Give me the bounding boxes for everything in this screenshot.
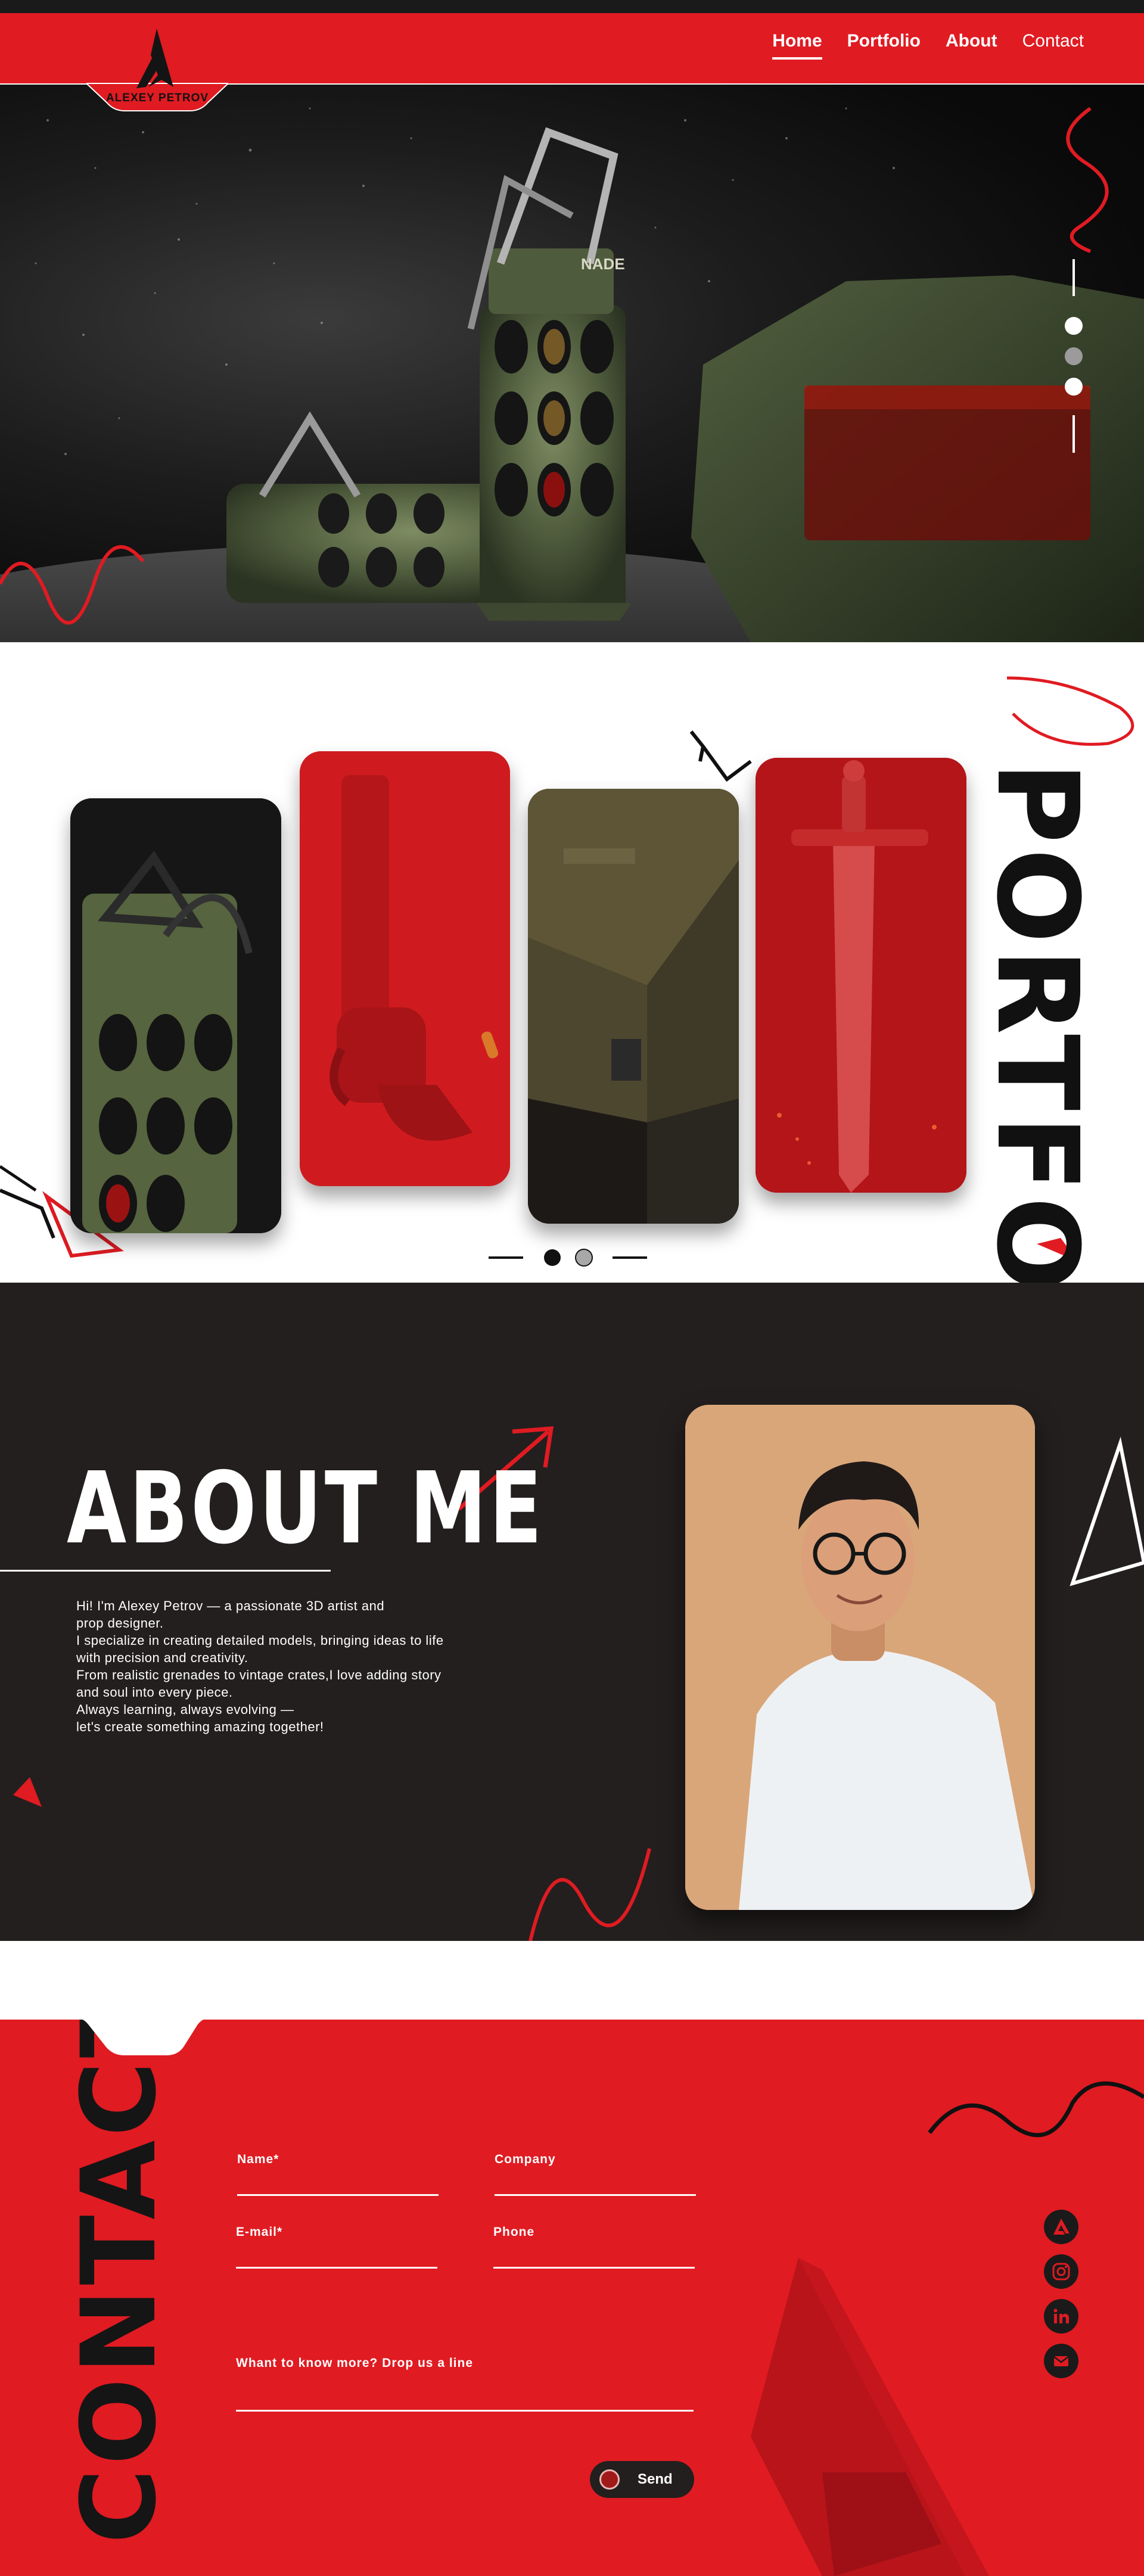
portfolio-card-revolver[interactable] [300, 751, 510, 1186]
nav-portfolio[interactable]: Portfolio [847, 31, 921, 60]
sword-image [756, 758, 966, 1193]
logo-tab-shape [85, 29, 230, 111]
about-line-6: and soul into every piece. [76, 1685, 233, 1700]
linkedin-icon[interactable] [1044, 2299, 1078, 2334]
email-input[interactable] [236, 2267, 437, 2269]
name-input[interactable] [237, 2194, 439, 2196]
contact-title: CONTACT [59, 2020, 179, 2544]
about-section: ABOUT ME Hi! I'm Alexey Petrov — a passi… [0, 1283, 1144, 1941]
section-spacer [0, 1941, 1144, 2020]
title-underline [0, 1570, 331, 1572]
mail-icon[interactable] [1044, 2344, 1078, 2378]
portfolio-card-crate[interactable] [528, 789, 739, 1224]
company-input[interactable] [495, 2194, 696, 2196]
logo[interactable]: ALEXEY PETROV [85, 13, 230, 126]
portfolio-section: PORTFOLIO [0, 642, 1144, 1283]
hero-image: NADE [0, 107, 1144, 642]
about-line-8: let's create something amazing together! [76, 1719, 324, 1734]
page-dot-1-active[interactable] [544, 1249, 561, 1266]
about-title: ABOUT ME [67, 1451, 545, 1566]
portfolio-pagination[interactable] [489, 1249, 649, 1267]
contact-section: CONTACT Name* Company E-mail* Phone Whan… [0, 2020, 1144, 2576]
revolver-image [300, 751, 510, 1186]
portfolio-card-grenade[interactable] [70, 798, 281, 1233]
send-button[interactable]: Send [590, 2461, 694, 2498]
portfolio-title: PORTFOLIO [972, 761, 1102, 1283]
about-text: Hi! I'm Alexey Petrov — a passionate 3D … [76, 1597, 529, 1735]
nav-contact[interactable]: Contact [1022, 31, 1084, 60]
standing-grenade: NADE [467, 127, 632, 621]
message-label: Whant to know more? Drop us a line [236, 2356, 474, 2370]
name-label: Name* [237, 2152, 279, 2166]
slide-dot-1[interactable] [1065, 317, 1083, 335]
send-label: Send [638, 2471, 673, 2487]
page-dot-2[interactable] [575, 1249, 593, 1267]
main-nav: Home Portfolio About Contact [772, 31, 1084, 60]
portrait-image [685, 1405, 1035, 1910]
about-line-5: From realistic grenades to vintage crate… [76, 1667, 442, 1682]
about-line-1: Hi! I'm Alexey Petrov — a passionate 3D … [76, 1598, 385, 1613]
slide-dot-2-active[interactable] [1065, 347, 1083, 365]
top-strip [0, 0, 1144, 13]
artstation-icon[interactable] [1044, 2210, 1078, 2244]
about-line-4: with precision and creativity. [76, 1650, 248, 1665]
ammo-crate-image [528, 789, 739, 1224]
email-label: E-mail* [236, 2225, 283, 2239]
hero-slider-controls[interactable] [1056, 259, 1092, 456]
slide-dot-3[interactable] [1065, 378, 1083, 396]
message-input[interactable] [236, 2410, 694, 2412]
send-dot-icon [599, 2469, 620, 2490]
company-label: Company [495, 2152, 556, 2166]
portfolio-card-sword[interactable] [756, 758, 966, 1193]
about-line-2: prop designer. [76, 1616, 164, 1631]
about-line-3: I specialize in creating detailed models… [76, 1633, 444, 1648]
brand-name: ALEXEY PETROV [105, 92, 209, 104]
phone-label: Phone [493, 2225, 535, 2239]
nav-home[interactable]: Home [772, 31, 822, 60]
logo-mark-icon [148, 29, 173, 87]
instagram-icon[interactable] [1044, 2254, 1078, 2289]
nav-about[interactable]: About [946, 31, 997, 60]
portrait-photo [685, 1405, 1035, 1910]
grenade-closeup-image [70, 798, 281, 1233]
grenade-label: NADE [581, 255, 625, 273]
contact-notch [60, 2018, 214, 2055]
phone-input[interactable] [493, 2267, 695, 2269]
about-line-7: Always learning, always evolving — [76, 1702, 294, 1717]
hero-section: NADE [0, 85, 1144, 642]
